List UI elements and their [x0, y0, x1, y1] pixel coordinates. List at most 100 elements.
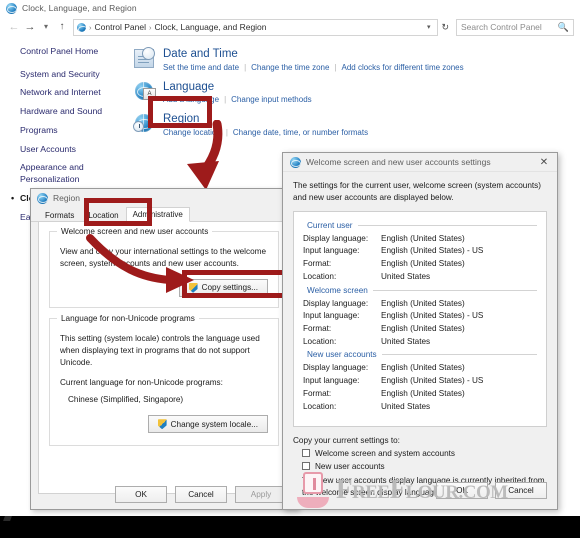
arrow-left-icon[interactable]: ←: [6, 19, 22, 35]
link-separator: |: [224, 95, 227, 105]
category-title-region[interactable]: Region: [163, 113, 368, 126]
table-row: Format: English (United States): [303, 388, 537, 401]
language-icon: A: [134, 81, 156, 103]
link-change-date-time-or-number-formats[interactable]: Change date, time, or number formats: [233, 128, 368, 137]
label-location: Location:: [303, 271, 337, 281]
table-row: Location: United States: [303, 401, 537, 414]
tab-administrative[interactable]: Administrative: [125, 207, 190, 222]
sidebar-item-hardware-and-sound[interactable]: Hardware and Sound: [12, 106, 126, 118]
copy-settings-label: Copy your current settings to:: [293, 435, 400, 445]
sidebar-item-system-and-security[interactable]: System and Security: [12, 69, 126, 81]
tab-formats[interactable]: Formats: [38, 208, 81, 222]
category-language: A Language Add a language | Change input…: [134, 81, 580, 105]
address-dropdown-icon[interactable]: ▾: [423, 23, 435, 31]
section-rule: [357, 224, 537, 226]
sidebar-item-network-and-internet[interactable]: Network and Internet: [12, 87, 126, 99]
arrow-right-icon[interactable]: →: [22, 19, 38, 35]
checkbox-welcome-screen-and-system-accounts[interactable]: Welcome screen and system accounts: [302, 449, 547, 458]
chevron-down-icon[interactable]: ▾: [38, 19, 54, 35]
value-display-language: English (United States): [381, 298, 465, 308]
region-apply-button[interactable]: Apply: [235, 485, 287, 503]
welcome-cancel-button[interactable]: Cancel: [495, 482, 547, 499]
label-format: Format:: [303, 259, 332, 269]
section-rule: [372, 289, 537, 291]
link-change-the-time-zone[interactable]: Change the time zone: [251, 63, 329, 72]
sidebar-item-control-panel-home[interactable]: Control Panel Home: [12, 46, 126, 58]
tab-location[interactable]: Location: [81, 208, 125, 222]
sidebar-item-programs[interactable]: Programs: [12, 125, 126, 137]
sidebar-item-user-accounts[interactable]: User Accounts: [12, 144, 126, 156]
table-row: Display language: English (United States…: [303, 362, 537, 375]
section-header-current-user: Current user: [307, 221, 537, 230]
table-row: Input language: English (United States) …: [303, 375, 537, 388]
copy-settings-button[interactable]: Copy settings...: [178, 278, 268, 297]
table-row: Input language: English (United States) …: [303, 245, 537, 258]
administrative-tab-panel: Welcome screen and new user accounts Vie…: [38, 222, 290, 494]
close-icon[interactable]: ✕: [531, 153, 557, 171]
link-change-location[interactable]: Change location: [163, 128, 221, 137]
table-row: Location: United States: [303, 336, 537, 349]
section-header-new-user-accounts: New user accounts: [307, 350, 537, 359]
link-set-the-time-and-date[interactable]: Set the time and date: [163, 63, 239, 72]
breadcrumb-item-control-panel[interactable]: Control Panel: [95, 22, 147, 32]
category-title-language[interactable]: Language: [163, 81, 312, 94]
label-location: Location:: [303, 401, 337, 411]
label-location: Location:: [303, 336, 337, 346]
link-separator: |: [334, 62, 337, 72]
category-date-and-time-text: Date and Time Set the time and date | Ch…: [163, 48, 464, 72]
section-title-welcome-screen: Welcome screen: [307, 285, 368, 295]
welcome-dialog-body: The settings for the current user, welco…: [283, 172, 557, 427]
value-input-language: English (United States) - US: [381, 246, 484, 256]
value-input-language: English (United States) - US: [381, 311, 484, 321]
checkbox-box[interactable]: [302, 462, 310, 471]
label-input-language: Input language:: [303, 311, 360, 321]
section-title-new-user-accounts: New user accounts: [307, 350, 377, 360]
change-system-locale-button[interactable]: Change system locale...: [147, 415, 268, 434]
checkbox-new-user-accounts[interactable]: New user accounts: [302, 462, 547, 471]
section-header-welcome-screen: Welcome screen: [307, 286, 537, 295]
search-input[interactable]: Search Control Panel 🔍: [456, 18, 574, 36]
table-row: Input language: English (United States) …: [303, 310, 537, 323]
date-and-time-icon: [134, 47, 156, 70]
region-globe-icon: [37, 192, 48, 204]
value-format: English (United States): [381, 259, 465, 269]
bottom-strip-nub: [3, 516, 12, 521]
link-separator: |: [244, 62, 247, 72]
sidebar-item-appearance-and-personalization[interactable]: Appearance and Personalization: [12, 162, 117, 185]
region-globe-icon: [133, 113, 156, 135]
copy-settings-row: Copy settings...: [60, 278, 268, 297]
welcome-ok-button[interactable]: OK: [436, 482, 488, 499]
checkbox-label: New user accounts: [315, 461, 385, 471]
magnifier-icon: 🔍: [557, 21, 569, 32]
region-cancel-button[interactable]: Cancel: [175, 485, 227, 503]
uac-shield-icon: [157, 419, 167, 430]
non-unicode-current-value: Chinese (Simplified, Singapore): [68, 395, 184, 405]
value-display-language: English (United States): [381, 233, 465, 243]
label-display-language: Display language:: [303, 298, 369, 308]
non-unicode-current-label: Current language for non-Unicode program…: [60, 378, 223, 388]
arrow-up-icon[interactable]: ↑: [54, 19, 70, 35]
address-input[interactable]: › Control Panel › Clock, Language, and R…: [73, 18, 439, 36]
link-change-input-methods[interactable]: Change input methods: [231, 95, 312, 104]
breadcrumb-item-clock-language-region[interactable]: Clock, Language, and Region: [155, 22, 267, 32]
section-title-current-user: Current user: [307, 220, 353, 230]
table-row: Display language: English (United States…: [303, 298, 537, 311]
checkbox-box[interactable]: [302, 449, 310, 458]
refresh-icon[interactable]: ↻: [438, 22, 452, 33]
label-input-language: Input language:: [303, 246, 360, 256]
table-row: Location: United States: [303, 271, 537, 284]
link-add-a-language[interactable]: Add a language: [163, 95, 219, 104]
region-ok-button[interactable]: OK: [115, 485, 167, 503]
category-region: Region Change location | Change date, ti…: [133, 113, 580, 137]
welcome-dialog-title: Welcome screen and new user accounts set…: [306, 157, 491, 167]
category-links-region: Change location | Change date, time, or …: [163, 128, 368, 137]
label-input-language: Input language:: [303, 376, 360, 386]
label-format: Format:: [303, 388, 332, 398]
non-unicode-group: Language for non-Unicode programs This s…: [49, 313, 279, 447]
link-separator: |: [225, 127, 228, 137]
link-add-clocks-for-different-time-zones[interactable]: Add clocks for different time zones: [342, 63, 464, 72]
value-display-language: English (United States): [381, 363, 465, 373]
value-format: English (United States): [381, 388, 465, 398]
label-display-language: Display language:: [303, 363, 369, 373]
category-title-date-and-time[interactable]: Date and Time: [163, 48, 464, 61]
